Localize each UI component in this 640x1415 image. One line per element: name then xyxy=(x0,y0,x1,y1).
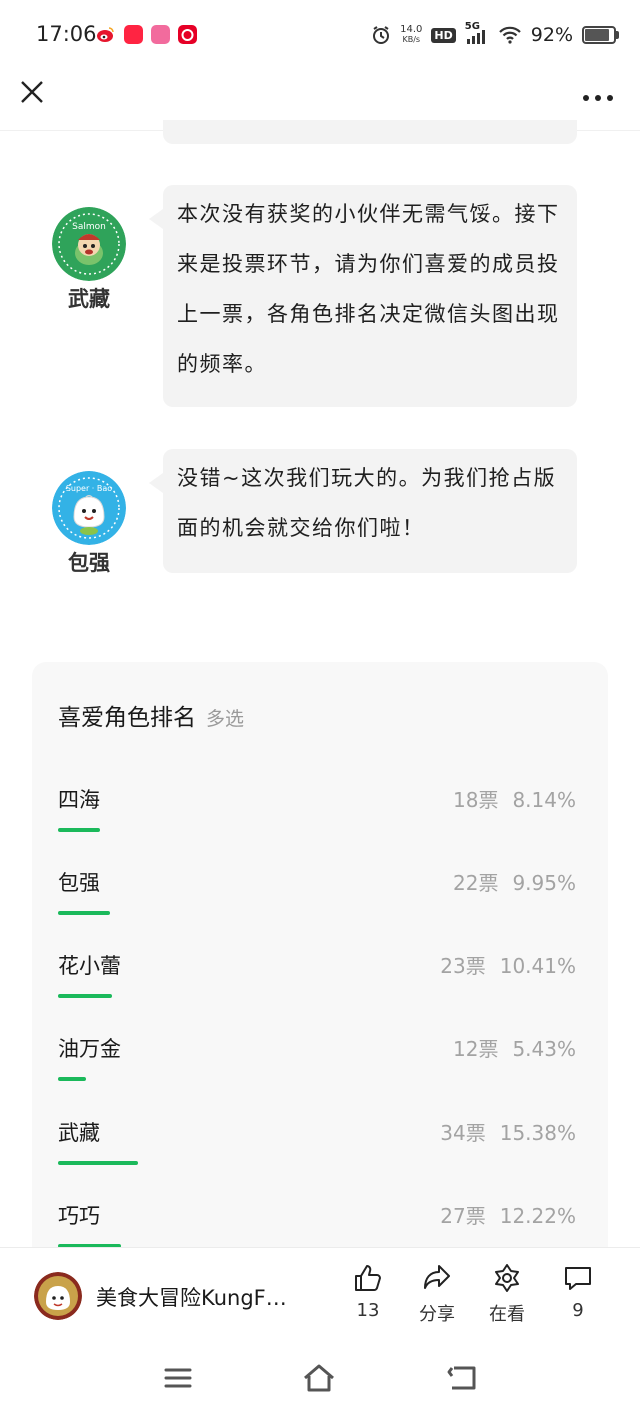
option-votes: 22票 xyxy=(453,871,499,895)
vote-title-text: 喜爱角色排名 xyxy=(58,705,196,731)
account-avatar[interactable] xyxy=(34,1272,82,1320)
option-label: 武藏 xyxy=(58,1121,100,1145)
avatar: Salmon xyxy=(52,207,126,281)
vote-subtitle: 多选 xyxy=(206,708,245,730)
option-label: 巧巧 xyxy=(58,1204,100,1228)
lala-icon xyxy=(151,25,170,44)
vote-option[interactable]: 四海 18票 8.14% xyxy=(58,784,576,854)
option-progress-bar xyxy=(58,1161,138,1165)
vote-option[interactable]: 包强 22票 9.95% xyxy=(58,867,576,937)
option-votes: 27票 xyxy=(440,1204,486,1228)
home-icon[interactable] xyxy=(302,1363,336,1393)
more-icon[interactable] xyxy=(582,88,614,101)
article-action-bar: 美食大冒险KungF… 13 分享 在看 9 xyxy=(0,1247,640,1342)
option-progress-bar xyxy=(58,994,112,998)
status-time: 17:06 xyxy=(36,22,97,46)
like-button[interactable]: 13 xyxy=(338,1262,398,1321)
option-percent: 10.41% xyxy=(499,954,576,978)
option-percent: 8.14% xyxy=(512,788,576,812)
vote-option[interactable]: 花小蕾 23票 10.41% xyxy=(58,950,576,1020)
avatar-badge-text: Salmon xyxy=(72,222,106,232)
option-label: 包强 xyxy=(58,871,100,895)
option-percent: 12.22% xyxy=(499,1204,576,1228)
vote-card: 喜爱角色排名 多选 四海 18票 8.14% 包强 22票 9.95% 花小蕾 23票… xyxy=(32,662,608,1282)
option-label: 油万金 xyxy=(58,1037,121,1061)
option-stats: 27票 12.22% xyxy=(440,1200,576,1229)
net-speed-value: 14.0 xyxy=(400,24,423,35)
account-name[interactable]: 美食大冒险KungF… xyxy=(96,1282,316,1312)
status-bar: 17:06 14.0 KB/s HD 5G 92% xyxy=(0,0,640,70)
netease-music-icon xyxy=(178,25,197,44)
like-count: 13 xyxy=(356,1300,380,1321)
option-votes: 34票 xyxy=(440,1121,486,1145)
wifi-icon xyxy=(498,26,521,44)
option-stats: 18票 8.14% xyxy=(453,784,576,813)
net-speed: 14.0 KB/s xyxy=(400,25,422,45)
option-stats: 12票 5.43% xyxy=(453,1033,576,1062)
back-icon[interactable] xyxy=(446,1363,480,1393)
watching-label: 在看 xyxy=(489,1304,525,1325)
option-votes: 18票 xyxy=(453,788,499,812)
comment-count: 9 xyxy=(572,1300,584,1321)
message-bubble: 没错~这次我们玩大的。为我们抢占版面的机会就交给你们啦！ xyxy=(149,449,577,573)
option-votes: 23票 xyxy=(440,954,486,978)
xiaohongshu-icon xyxy=(124,25,143,44)
option-percent: 5.43% xyxy=(512,1037,576,1061)
option-stats: 23票 10.41% xyxy=(440,950,576,979)
alarm-icon xyxy=(373,26,390,44)
message-text: 没错~这次我们玩大的。为我们抢占版面的机会就交给你们啦！ xyxy=(177,466,557,540)
avatar: Super · Bao xyxy=(52,471,126,545)
share-button[interactable]: 分享 xyxy=(407,1262,467,1326)
option-votes: 12票 xyxy=(453,1037,499,1061)
share-icon xyxy=(424,1265,450,1289)
menu-icon[interactable] xyxy=(162,1363,196,1393)
weibo-icon xyxy=(96,25,115,44)
option-stats: 22票 9.95% xyxy=(453,867,576,896)
avatar-badge-text: Super · Bao xyxy=(66,484,112,493)
message-bubble: 本次没有获奖的小伙伴无需气馁。接下来是投票环节，请为你们喜爱的成员投上一票，各角… xyxy=(149,185,577,407)
speaker-name: 包强 xyxy=(68,551,110,575)
option-progress-bar xyxy=(58,911,110,915)
speaker-name: 武藏 xyxy=(68,287,110,311)
net-speed-unit: KB/s xyxy=(402,35,421,44)
option-progress-bar xyxy=(58,828,100,832)
flower-icon xyxy=(495,1264,519,1292)
previous-message-bubble xyxy=(163,120,577,144)
system-navigation xyxy=(0,1341,640,1415)
option-label: 花小蕾 xyxy=(58,954,121,978)
close-icon[interactable] xyxy=(18,78,48,108)
hd-badge: HD xyxy=(431,27,456,43)
option-percent: 15.38% xyxy=(499,1121,576,1145)
vote-title: 喜爱角色排名 多选 xyxy=(58,698,244,732)
option-percent: 9.95% xyxy=(512,871,576,895)
option-stats: 34票 15.38% xyxy=(440,1117,576,1146)
battery-percent: 92% xyxy=(530,24,573,46)
message-text: 本次没有获奖的小伙伴无需气馁。接下来是投票环节，请为你们喜爱的成员投上一票，各角… xyxy=(177,202,560,376)
option-label: 四海 xyxy=(58,788,100,812)
vote-option[interactable]: 武藏 34票 15.38% xyxy=(58,1117,576,1187)
signal-icon: 5G xyxy=(465,21,489,45)
comment-button[interactable]: 9 xyxy=(548,1262,608,1321)
vote-option[interactable]: 油万金 12票 5.43% xyxy=(58,1033,576,1103)
watching-button[interactable]: 在看 xyxy=(477,1262,537,1326)
share-label: 分享 xyxy=(419,1304,455,1325)
option-progress-bar xyxy=(58,1077,86,1081)
battery-icon xyxy=(582,26,619,44)
thumbs-up-icon xyxy=(355,1265,381,1291)
comment-icon xyxy=(565,1267,591,1290)
